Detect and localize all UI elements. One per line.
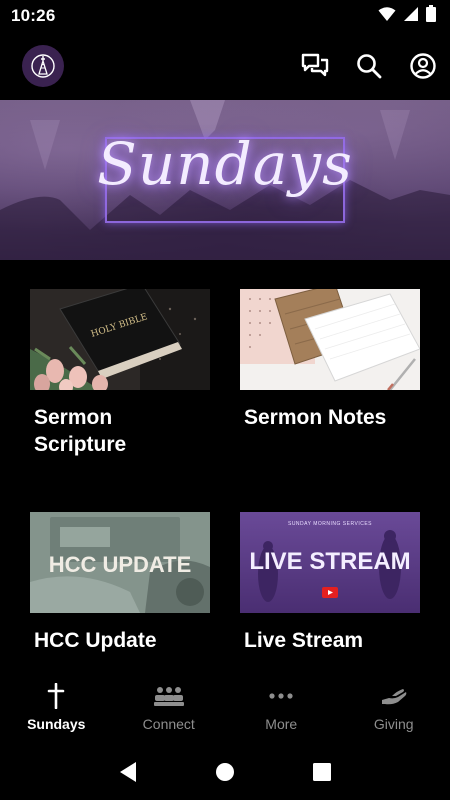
status-time: 10:26 — [11, 6, 56, 25]
wifi-icon — [378, 6, 396, 27]
profile-button[interactable] — [396, 39, 450, 93]
card-title: HCC Update — [34, 629, 157, 652]
card-sermon-notes[interactable]: Sermon Notes — [240, 289, 420, 431]
search-icon — [357, 54, 382, 79]
nav-label: Giving — [373, 716, 414, 732]
card-sermon-scripture[interactable]: HOLY BIBLE Sermon Scripture — [30, 289, 210, 458]
notebooks-illustration — [240, 289, 420, 390]
card-hcc-update[interactable]: HCC UPDATE HCC Update — [30, 512, 210, 654]
giving-hand-icon — [380, 683, 408, 709]
bottom-nav: Sundays Connect More Giving — [0, 672, 450, 744]
nav-item-connect[interactable]: Connect — [113, 672, 226, 744]
system-nav-bar — [0, 744, 450, 800]
hcc-update-illustration: HCC UPDATE — [30, 512, 210, 613]
recents-square-icon — [312, 763, 331, 781]
card-image-live-stream: SUNDAY MORNING SERVICES LIVE STREAM — [240, 512, 420, 613]
nav-label: Connect — [142, 716, 195, 732]
home-button[interactable] — [205, 752, 245, 792]
nav-item-sundays[interactable]: Sundays — [0, 672, 113, 744]
battery-icon — [426, 5, 436, 27]
more-dots-icon — [268, 683, 294, 709]
svg-text:SUNDAY MORNING SERVICES: SUNDAY MORNING SERVICES — [288, 521, 372, 527]
banner-title: Sundays — [97, 130, 353, 198]
sundays-banner: Sundays — [0, 100, 450, 260]
people-icon — [153, 683, 184, 709]
recents-button[interactable] — [302, 752, 342, 792]
live-stream-image-text: LIVE STREAM — [249, 548, 410, 575]
nav-item-giving[interactable]: Giving — [338, 672, 450, 744]
card-image-bible: HOLY BIBLE — [30, 289, 210, 390]
card-live-stream[interactable]: SUNDAY MORNING SERVICES LIVE STREAM Live… — [240, 512, 420, 654]
svg-text:HCC UPDATE: HCC UPDATE — [49, 552, 192, 577]
messages-button[interactable] — [288, 39, 342, 93]
search-button[interactable] — [342, 39, 396, 93]
back-button[interactable] — [108, 752, 148, 792]
status-bar: 10:26 — [0, 0, 450, 32]
signal-icon — [403, 6, 419, 27]
svg-text:LIVE STREAM: LIVE STREAM — [249, 548, 410, 575]
live-stream-image-subtext: SUNDAY MORNING SERVICES — [288, 521, 372, 527]
card-image-hcc-update: HCC UPDATE — [30, 512, 210, 613]
card-title: Sermon Notes — [244, 406, 387, 429]
app-bar — [0, 32, 450, 100]
cross-icon — [47, 683, 65, 709]
home-circle-icon — [215, 763, 234, 781]
card-title: Live Stream — [244, 629, 364, 652]
bible-tulips-illustration: HOLY BIBLE — [30, 289, 210, 390]
app-actions — [288, 32, 450, 100]
nav-item-more[interactable]: More — [225, 672, 338, 744]
card-title: Sermon Scripture — [34, 406, 127, 456]
live-stream-illustration: SUNDAY MORNING SERVICES LIVE STREAM — [240, 512, 420, 613]
nav-label: More — [265, 716, 298, 732]
hcc-update-image-text: HCC UPDATE — [49, 552, 192, 577]
status-icons — [378, 5, 436, 27]
chat-icon — [301, 53, 329, 77]
nav-label: Sundays — [27, 716, 86, 732]
back-triangle-icon — [120, 762, 137, 782]
church-logo[interactable] — [22, 45, 64, 87]
account-icon — [410, 53, 436, 79]
card-image-notebooks — [240, 289, 420, 390]
church-logo-icon — [31, 54, 55, 78]
